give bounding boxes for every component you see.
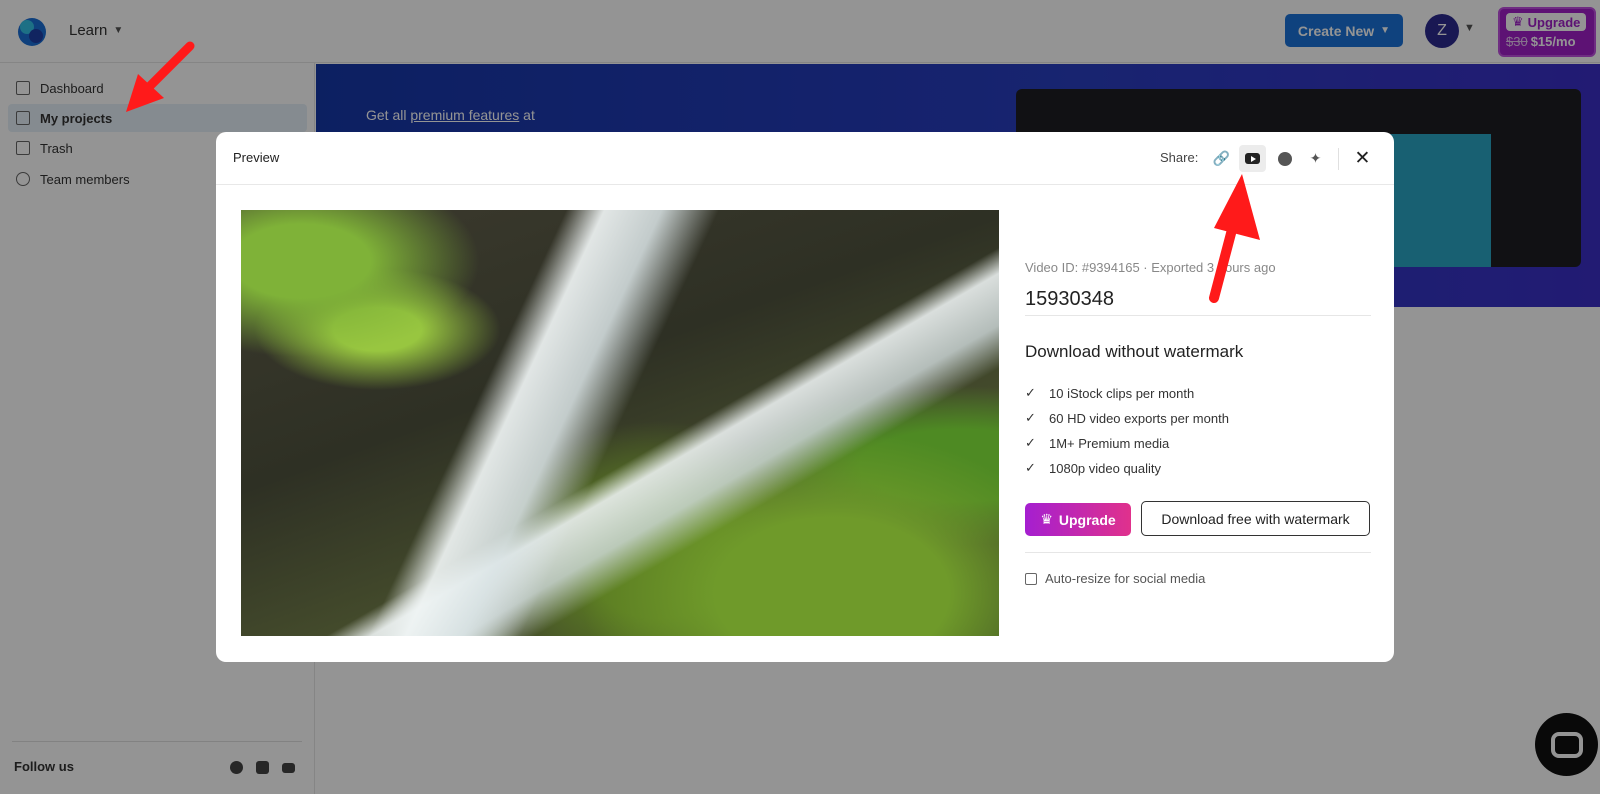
feature-label: 1M+ Premium media [1049, 435, 1170, 451]
upgrade-button[interactable]: ♛ Upgrade [1025, 503, 1131, 536]
divider [1025, 552, 1371, 553]
auto-resize-label: Auto-resize for social media [1045, 571, 1206, 586]
modal-title: Preview [233, 150, 280, 165]
download-free-label: Download free with watermark [1161, 510, 1350, 527]
upgrade-label: Upgrade [1058, 511, 1116, 528]
feature-label: 60 HD video exports per month [1049, 410, 1229, 426]
video-title: 15930348 [1025, 288, 1114, 310]
auto-resize-link[interactable]: Auto-resize for social media [1025, 571, 1205, 586]
feature-label: 1080p video quality [1049, 460, 1162, 476]
feature-label: 10 iStock clips per month [1049, 385, 1195, 401]
feature-item: ✓ 1080p video quality [1025, 460, 1161, 476]
annotation-arrow-icon [1209, 174, 1260, 303]
divider [1025, 315, 1371, 316]
feature-item: ✓ 60 HD video exports per month [1025, 410, 1229, 426]
feature-item: ✓ 1M+ Premium media [1025, 435, 1169, 451]
feature-item: ✓ 10 iStock clips per month [1025, 385, 1194, 401]
check-icon: ✓ [1025, 410, 1036, 425]
download-heading: Download without watermark [1025, 342, 1244, 361]
check-icon: ✓ [1025, 435, 1036, 450]
annotation-arrow-icon [126, 41, 195, 112]
download-with-watermark-button[interactable]: Download free with watermark [1141, 501, 1370, 536]
resize-icon [1025, 572, 1037, 585]
crown-icon: ♛ [1040, 511, 1053, 527]
check-icon: ✓ [1025, 460, 1036, 475]
check-icon: ✓ [1025, 385, 1036, 400]
video-preview[interactable] [241, 210, 999, 636]
